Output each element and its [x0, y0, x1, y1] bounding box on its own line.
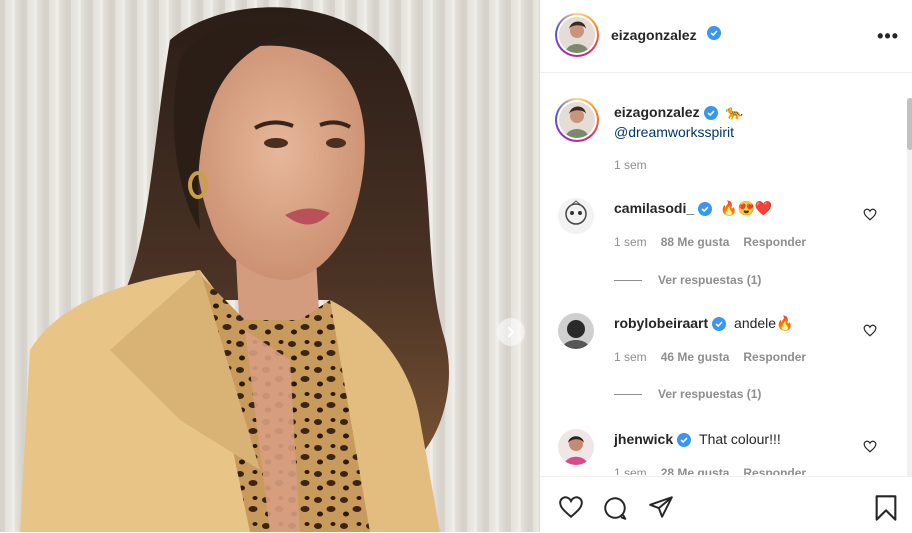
verified-icon [712, 317, 727, 332]
comment-body: 🔥😍❤️ [720, 200, 773, 216]
avatar[interactable] [558, 313, 594, 349]
comment-likes[interactable]: 88 Me gusta [661, 235, 730, 249]
comment-likes[interactable]: 28 Me gusta [661, 466, 730, 475]
avatar [559, 102, 595, 138]
comment-time: 1 sem [614, 350, 647, 364]
verified-icon [677, 433, 692, 448]
verified-icon [707, 26, 721, 40]
bookmark-icon[interactable] [874, 494, 898, 522]
reply-button[interactable]: Responder [743, 466, 806, 475]
post-header: eizagonzalez ••• [540, 0, 912, 73]
caption-mention[interactable]: @dreamworksspirit [614, 124, 734, 140]
comment-body: That colour!!! [699, 431, 781, 447]
comment-meta: 1 sem 28 Me gusta Responder [614, 466, 820, 475]
view-replies-button[interactable]: Ver respuestas (1) [614, 273, 761, 287]
heart-icon[interactable] [558, 495, 584, 519]
reply-button[interactable]: Responder [743, 235, 806, 249]
comment-meta: 1 sem 88 Me gusta Responder [614, 235, 820, 249]
view-replies-button[interactable]: Ver respuestas (1) [614, 387, 761, 401]
verified-icon [698, 202, 713, 217]
comment-time: 1 sem [614, 235, 647, 249]
verified-icon [703, 106, 718, 121]
caption-username[interactable]: eizagonzalez [614, 104, 700, 120]
post-photo[interactable] [0, 0, 539, 532]
next-photo-button[interactable] [497, 318, 525, 346]
comment-body: andele🔥 [734, 315, 794, 331]
post-actions-bar [540, 476, 912, 533]
caption-time: 1 sem [614, 158, 647, 172]
comment-username[interactable]: camilasodi_ [614, 200, 694, 216]
chevron-right-icon [508, 327, 515, 337]
comment-text: robylobeiraart andele🔥 [614, 315, 794, 332]
comment-text: jhenwick That colour!!! [614, 431, 781, 448]
post-author-username[interactable]: eizagonzalez [611, 27, 697, 43]
caption-emoji: 🐆 [725, 104, 743, 120]
comment-likes[interactable]: 46 Me gusta [661, 350, 730, 364]
avatar [559, 17, 595, 53]
comment-time: 1 sem [614, 466, 647, 475]
scrollbar-thumb[interactable] [907, 98, 912, 150]
caption-text: eizagonzalez 🐆 [614, 104, 743, 121]
comment-heart-icon[interactable] [863, 208, 877, 221]
share-icon[interactable] [648, 495, 674, 519]
avatar[interactable] [558, 429, 594, 465]
comment-username[interactable]: jhenwick [614, 431, 673, 447]
avatar[interactable] [558, 198, 594, 234]
reply-button[interactable]: Responder [743, 350, 806, 364]
story-ring[interactable] [555, 13, 599, 57]
post-side-panel: eizagonzalez ••• eizagonzalez 🐆 @dreamwo… [539, 0, 912, 532]
comment-meta: 1 sem 46 Me gusta Responder [614, 350, 820, 364]
comment-username[interactable]: robylobeiraart [614, 315, 708, 331]
comment-heart-icon[interactable] [863, 440, 877, 453]
caption-avatar-ring[interactable] [555, 98, 599, 142]
comments-scrollbar[interactable] [907, 98, 912, 476]
portrait-image [0, 0, 539, 532]
comment-icon[interactable] [602, 495, 628, 521]
comment-heart-icon[interactable] [863, 324, 877, 337]
more-options-button[interactable]: ••• [877, 26, 899, 47]
comments-list: eizagonzalez 🐆 @dreamworksspirit 1 sem c… [540, 73, 912, 475]
comment-text: camilasodi_ 🔥😍❤️ [614, 200, 772, 217]
